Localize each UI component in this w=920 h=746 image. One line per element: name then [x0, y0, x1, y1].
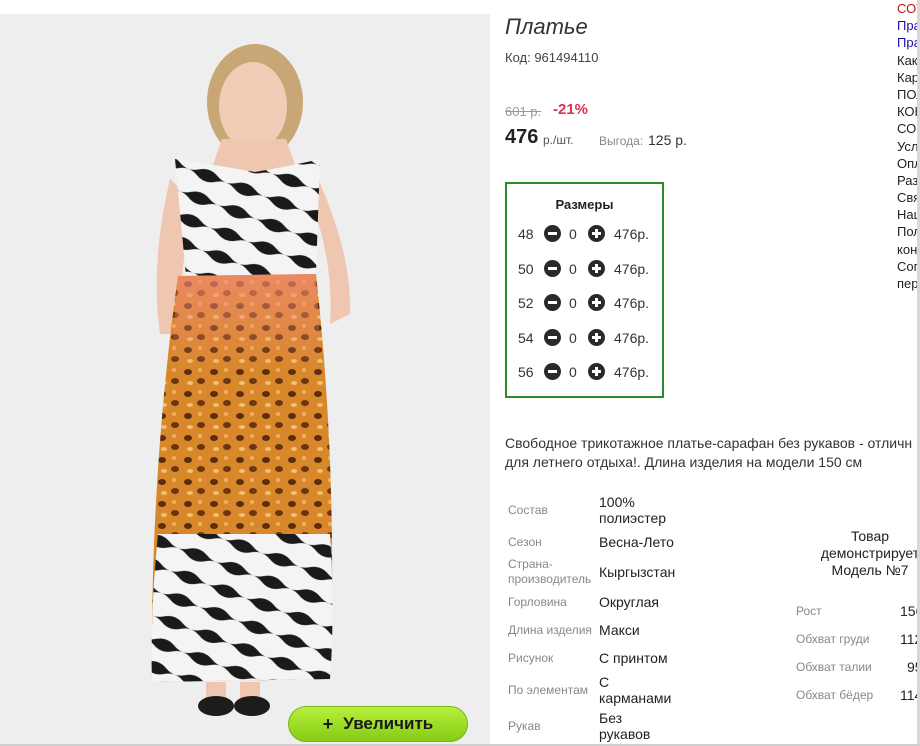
- size-price: 476р.: [614, 226, 650, 242]
- description-line: для летнего отдыха!. Длина изделия на мо…: [505, 454, 863, 470]
- attr-value: Весна-Лето: [599, 534, 674, 550]
- minus-icon[interactable]: [544, 225, 561, 242]
- plus-icon: +: [322, 713, 334, 734]
- plus-icon[interactable]: [588, 225, 605, 242]
- old-price: 601 р.: [505, 104, 542, 119]
- product-photo[interactable]: [0, 14, 490, 746]
- price-unit: р./шт.: [543, 133, 574, 147]
- model-dress-image: [151, 44, 351, 716]
- model-measure-label: Обхват бёдер: [796, 688, 874, 702]
- size-quantity: 0: [569, 330, 577, 346]
- profit-value: 125 р.: [648, 132, 687, 148]
- attr-value: Без рукавов: [599, 710, 651, 742]
- size-row: 52 0 476р.: [507, 293, 662, 313]
- product-code: Код: 961494110: [505, 50, 599, 65]
- size-price: 476р.: [614, 330, 650, 346]
- size-quantity: 0: [569, 226, 577, 242]
- sizes-title: Размеры: [555, 197, 614, 212]
- plus-icon[interactable]: [588, 363, 605, 380]
- minus-icon[interactable]: [544, 260, 561, 277]
- size-price: 476р.: [614, 364, 650, 380]
- minus-icon[interactable]: [544, 363, 561, 380]
- size-price: 476р.: [614, 261, 650, 277]
- size-number: 52: [518, 295, 534, 311]
- discount-badge: -21%: [553, 101, 589, 118]
- attr-value: Округлая: [599, 594, 659, 610]
- minus-icon[interactable]: [544, 329, 561, 346]
- size-quantity: 0: [569, 364, 577, 380]
- attr-value: 100% полиэстер: [599, 494, 667, 526]
- attr-value: Кыргызстан: [599, 564, 676, 580]
- attr-label: Горловина: [508, 595, 567, 609]
- attr-label: По элементам: [508, 683, 589, 697]
- size-row: 54 0 476р.: [507, 328, 662, 348]
- size-quantity: 0: [569, 261, 577, 277]
- size-number: 50: [518, 261, 534, 277]
- attr-label: Сезон: [508, 535, 542, 549]
- model-measure-label: Рост: [796, 604, 822, 618]
- attr-value: Макси: [599, 622, 640, 638]
- attr-label: Страна- производитель: [508, 557, 592, 586]
- attr-value: С карманами: [599, 674, 672, 706]
- attr-label: Состав: [508, 503, 548, 517]
- size-number: 48: [518, 226, 534, 242]
- attr-value: С принтом: [599, 650, 668, 666]
- attr-label: Рукав: [508, 719, 541, 733]
- attr-label: Рисунок: [508, 651, 554, 665]
- current-price: 476: [505, 126, 539, 148]
- plus-icon[interactable]: [588, 294, 605, 311]
- profit-label: Выгода:: [599, 134, 644, 148]
- size-row: 48 0 476р.: [507, 224, 662, 244]
- product-description: Свободное трикотажное платье-сарафан без…: [505, 434, 920, 472]
- description-line: Свободное трикотажное платье-сарафан без…: [505, 435, 913, 451]
- plus-icon[interactable]: [588, 260, 605, 277]
- zoom-button[interactable]: + Увеличить: [288, 706, 468, 742]
- model-heading: Товар демонстрирует Модель №7: [820, 528, 920, 578]
- size-quantity: 0: [569, 295, 577, 311]
- size-number: 56: [518, 364, 534, 380]
- model-measure-label: Обхват груди: [796, 632, 870, 646]
- model-measure-label: Обхват талии: [796, 660, 872, 674]
- sizes-panel: Размеры 48 0 476р. 50 0 476р. 52 0 476р.…: [505, 182, 664, 398]
- attr-label: Длина изделия: [508, 623, 592, 637]
- size-row: 50 0 476р.: [507, 259, 662, 279]
- size-number: 54: [518, 330, 534, 346]
- plus-icon[interactable]: [588, 329, 605, 346]
- minus-icon[interactable]: [544, 294, 561, 311]
- product-title: Платье: [505, 14, 588, 39]
- size-row: 56 0 476р.: [507, 362, 662, 382]
- size-price: 476р.: [614, 295, 650, 311]
- zoom-button-label: Увеличить: [343, 714, 434, 733]
